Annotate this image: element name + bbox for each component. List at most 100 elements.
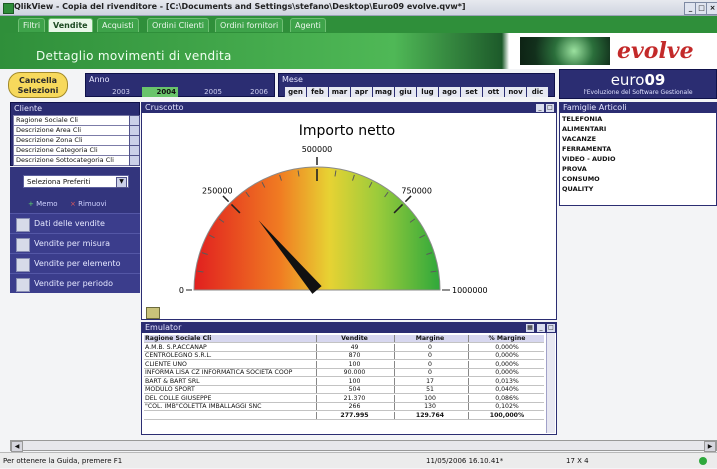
month-dic[interactable]: dic xyxy=(526,87,548,97)
table-row[interactable]: CENTROLEGNO S.R.L. 870 0 0,000% xyxy=(144,352,545,361)
famiglia-item[interactable]: TELEFONIA xyxy=(562,115,602,123)
rimuovi-button[interactable]: × Rimuovi xyxy=(70,200,107,208)
table-header-row: Ragione Sociale Cli Vendite Margine % Ma… xyxy=(144,335,545,344)
sheet-horizontal-scrollbar[interactable]: ◀ ▶ xyxy=(10,440,717,452)
maximize-icon[interactable]: □ xyxy=(546,104,554,112)
nav-label: Vendite per elemento xyxy=(34,259,121,268)
chart-icon xyxy=(16,278,30,292)
month-apr[interactable]: apr xyxy=(350,87,372,97)
tab-acquisti[interactable]: Acquisti xyxy=(97,18,139,32)
memo-button[interactable]: + Memo xyxy=(28,200,58,208)
col-header-perc-margine[interactable]: % Margine xyxy=(468,335,545,343)
gauge-label-250000: 250000 xyxy=(202,186,233,195)
tab-filtri[interactable]: Filtri xyxy=(18,18,46,32)
scroll-left-arrow[interactable]: ◀ xyxy=(11,441,23,452)
close-button[interactable]: × xyxy=(706,2,717,15)
qlikview-app-icon xyxy=(3,3,14,14)
scroll-right-arrow[interactable]: ▶ xyxy=(704,441,716,452)
cell-margine: 0 xyxy=(394,352,465,360)
minimize-icon[interactable]: _ xyxy=(536,104,544,112)
table-row[interactable]: DEL COLLE GIUSEPPE 21.370 100 0,086% xyxy=(144,394,544,403)
preferiti-select[interactable]: Seleziona Preferiti ▼ xyxy=(23,175,129,188)
table-vertical-scrollbar[interactable] xyxy=(546,333,555,433)
status-dimensions: 17 X 4 xyxy=(566,457,589,465)
toolbox-icon[interactable] xyxy=(146,307,160,319)
year-2005[interactable]: 2005 xyxy=(188,87,224,97)
vendite-table-panel: Emulator ▦ _ □ Ragione Sociale Cli Vendi… xyxy=(141,322,557,435)
tab-agenti[interactable]: Agenti xyxy=(290,18,326,32)
table-row[interactable]: CLIENTE UNO 100 0 0,000% xyxy=(144,360,544,369)
col-header-vendite[interactable]: Vendite xyxy=(316,335,392,343)
month-mar[interactable]: mar xyxy=(328,87,350,97)
cell-perc: 0,000% xyxy=(468,343,545,351)
euro09-title-num: 09 xyxy=(644,71,666,89)
cell-total-label xyxy=(145,412,315,419)
month-gen[interactable]: gen xyxy=(284,87,306,97)
famiglia-item[interactable]: CONSUMO xyxy=(562,175,600,183)
gauge-title: Importo netto xyxy=(299,123,396,139)
cell-total-vendite: 277.995 xyxy=(316,411,392,419)
cell-vendite: 90.000 xyxy=(316,369,392,377)
col-header-ragione[interactable]: Ragione Sociale Cli xyxy=(145,335,315,342)
cancel-line1: Cancella xyxy=(18,76,57,85)
euro09-logo: euro09 l'Evoluzione del Software Gestion… xyxy=(559,69,717,99)
nav-label: Vendite per misura xyxy=(34,239,111,248)
cell-perc: 0,102% xyxy=(468,403,545,411)
month-lug[interactable]: lug xyxy=(416,87,438,97)
nav-label: Dati delle vendite xyxy=(34,219,105,228)
month-ott[interactable]: ott xyxy=(482,87,504,97)
cell-ragione: "COL. IMB"COLETTA IMBALLAGGI SNC xyxy=(145,403,262,410)
nav-vendite-elemento[interactable]: Vendite per elemento xyxy=(10,253,140,273)
famiglia-item[interactable]: QUALITY xyxy=(562,185,593,193)
memo-label: Memo xyxy=(36,200,58,208)
famiglia-item[interactable]: VACANZE xyxy=(562,135,596,143)
listbox-sottocategoria[interactable]: Descrizione Sottocategoria Cli xyxy=(13,155,131,166)
famiglia-item[interactable]: PROVA xyxy=(562,165,587,173)
month-feb[interactable]: feb xyxy=(306,87,328,97)
year-2003[interactable]: 2003 xyxy=(96,87,132,97)
cell-ragione: INFORMA LISA CZ INFORMATICA SOCIETA COOP xyxy=(145,369,293,376)
chevron-down-icon[interactable]: ▼ xyxy=(116,177,127,188)
nav-dati-vendite[interactable]: Dati delle vendite xyxy=(10,213,140,233)
month-nov[interactable]: nov xyxy=(504,87,526,97)
table-totals-row: 277.995 129.764 100,000% xyxy=(144,411,544,420)
mese-label: Mese xyxy=(282,75,303,84)
table-row[interactable]: INFORMA LISA CZ INFORMATICA SOCIETA COOP… xyxy=(144,369,545,378)
year-2006[interactable]: 2006 xyxy=(234,87,270,97)
listbox-icon[interactable] xyxy=(129,155,140,166)
year-2004[interactable]: 2004 xyxy=(142,87,178,97)
nav-vendite-periodo[interactable]: Vendite per periodo xyxy=(10,273,140,293)
col-header-margine[interactable]: Margine xyxy=(394,335,465,343)
famiglia-item[interactable]: VIDEO - AUDIO xyxy=(562,155,615,163)
page-header: Dettaglio movimenti di vendita evolve xyxy=(0,33,717,69)
table-row[interactable]: BART & BART SRL 100 17 0,013% xyxy=(144,377,544,386)
cliente-panel: Cliente Ragione Sociale Cli Descrizione … xyxy=(10,102,140,166)
famiglia-item[interactable]: ALIMENTARI xyxy=(562,125,606,133)
month-set[interactable]: set xyxy=(460,87,482,97)
month-giu[interactable]: giu xyxy=(394,87,416,97)
cell-margine: 17 xyxy=(394,377,465,385)
table-row[interactable]: A.M.B. S.P.ACCANAP 49 0 0,000% xyxy=(144,343,545,352)
minimize-icon[interactable]: _ xyxy=(537,324,545,332)
cell-perc: 0,000% xyxy=(468,369,545,377)
cell-perc: 0,000% xyxy=(468,352,545,360)
table-row[interactable]: "COL. IMB"COLETTA IMBALLAGGI SNC 266 130 0,… xyxy=(144,403,545,412)
month-mag[interactable]: mag xyxy=(372,87,394,97)
chart-icon xyxy=(16,258,30,272)
maximize-icon[interactable]: □ xyxy=(547,324,555,332)
cancella-selezioni-button[interactable]: Cancella Selezioni xyxy=(8,72,68,98)
cell-vendite: 266 xyxy=(316,403,392,411)
export-icon[interactable]: ▦ xyxy=(526,324,534,332)
tab-ordini-fornitori[interactable]: Ordini fornitori xyxy=(215,18,284,32)
tab-vendite[interactable]: Vendite xyxy=(48,18,93,32)
gauge-max-label: 1000000 xyxy=(452,286,488,295)
table-row[interactable]: MODULO SPORT 504 51 0,040% xyxy=(144,386,544,395)
famiglie-articoli-panel: Famiglie Articoli TELEFONIA ALIMENTARI V… xyxy=(559,102,717,206)
month-ago[interactable]: ago xyxy=(438,87,460,97)
cell-vendite: 100 xyxy=(316,377,392,385)
sheet-tabs: Filtri Vendite Acquisti Ordini Clienti O… xyxy=(0,16,717,33)
anno-label: Anno xyxy=(89,75,110,84)
tab-ordini-clienti[interactable]: Ordini Clienti xyxy=(147,18,209,32)
nav-vendite-misura[interactable]: Vendite per misura xyxy=(10,233,140,253)
famiglia-item[interactable]: FERRAMENTA xyxy=(562,145,611,153)
